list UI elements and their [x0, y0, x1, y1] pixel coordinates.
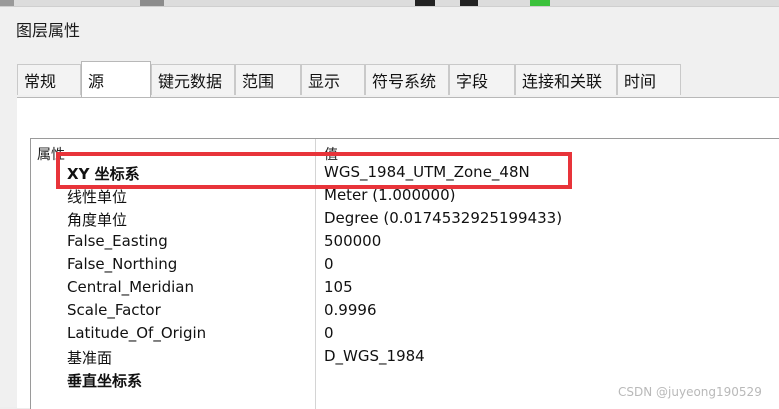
row-property-name: Latitude_Of_Origin — [67, 324, 207, 342]
row-property-value: Degree (0.0174532925199433) — [324, 209, 563, 227]
tab-key-metadata[interactable]: 键元数据 — [151, 64, 235, 95]
tab-symbology[interactable]: 符号系统 — [365, 64, 449, 95]
table-row[interactable]: 基准面 D_WGS_1984 — [31, 345, 779, 368]
dialog-title: 图层属性 — [16, 21, 81, 40]
row-property-name: False_Easting — [67, 232, 168, 250]
tab-joins-relates[interactable]: 连接和关联 — [515, 64, 617, 95]
row-property-value: 105 — [324, 278, 353, 296]
row-property-name: Scale_Factor — [67, 301, 161, 319]
row-property-name: Central_Meridian — [67, 278, 195, 296]
row-property-name: 垂直坐标系 — [67, 372, 143, 390]
table-row[interactable]: Latitude_Of_Origin 0 — [31, 322, 779, 345]
tab-fields[interactable]: 字段 — [449, 64, 515, 95]
tab-time[interactable]: 时间 — [617, 64, 681, 95]
tab-display[interactable]: 显示 — [301, 64, 365, 95]
row-property-name: 线性单位 — [67, 188, 128, 206]
tab-source[interactable]: 源 — [81, 61, 151, 97]
table-row[interactable]: False_Easting 500000 — [31, 230, 779, 253]
tab-general[interactable]: 常规 — [17, 64, 81, 95]
source-panel: 属性 值 XY 坐标系 WGS_1984_UTM_Zone_48N 线性单位 M… — [17, 97, 779, 409]
table-row[interactable]: 角度单位 Degree (0.0174532925199433) — [31, 207, 779, 230]
row-property-name: 角度单位 — [67, 211, 128, 229]
row-property-value: 0.9996 — [324, 301, 377, 319]
row-property-name: 基准面 — [67, 349, 113, 367]
row-property-value: 0 — [324, 324, 334, 342]
layer-properties-dialog: 图层属性 常规 源 键元数据 范围 显示 符号系统 字段 连接和关联 时间 属性… — [0, 6, 779, 409]
table-row[interactable]: Scale_Factor 0.9996 — [31, 299, 779, 322]
tab-strip: 常规 源 键元数据 范围 显示 符号系统 字段 连接和关联 时间 — [17, 61, 779, 98]
row-property-value: D_WGS_1984 — [324, 347, 425, 365]
table-row[interactable]: Central_Meridian 105 — [31, 276, 779, 299]
row-property-value: 0 — [324, 255, 334, 273]
watermark: CSDN @juyeong190529 — [618, 385, 762, 399]
table-row[interactable]: False_Northing 0 — [31, 253, 779, 276]
row-property-name: False_Northing — [67, 255, 178, 273]
title-bar: 图层属性 — [0, 7, 779, 47]
red-highlight-box — [56, 152, 572, 189]
tab-extent[interactable]: 范围 — [235, 64, 301, 95]
row-property-value: 500000 — [324, 232, 382, 250]
